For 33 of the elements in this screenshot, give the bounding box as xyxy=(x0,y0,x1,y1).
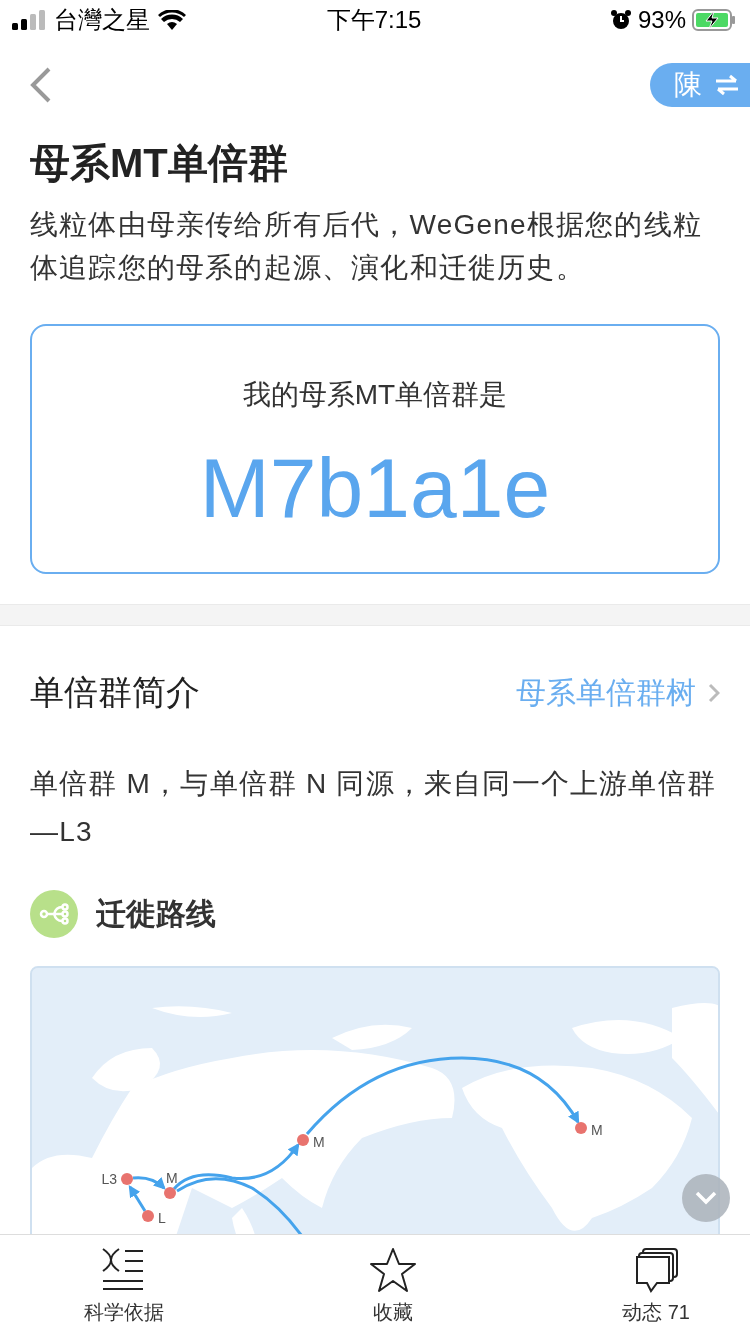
battery-percent: 93% xyxy=(637,6,686,34)
intro-text: 单倍群 M，与单倍群 N 同源，来自同一个上游单倍群—L3 xyxy=(30,767,718,849)
wifi-icon xyxy=(158,10,186,30)
tab-bar-item[interactable]: 收藏 xyxy=(363,1235,424,1334)
pin-label: L3 xyxy=(101,1171,117,1187)
map-pin xyxy=(164,1187,176,1199)
map-pin xyxy=(297,1134,309,1146)
map-pin xyxy=(142,1210,154,1222)
route-icon xyxy=(30,890,78,938)
pin-label: M xyxy=(313,1134,325,1150)
signal-icon xyxy=(12,10,46,30)
tab-bar-item[interactable]: 动态 71 xyxy=(616,1235,696,1334)
haplogroup-value: M7b1a1e xyxy=(199,440,551,537)
battery-charging-icon xyxy=(692,9,736,31)
map-pin xyxy=(575,1122,587,1134)
tab-bar-item[interactable]: 科学依据 xyxy=(78,1235,170,1334)
chevron-down-icon xyxy=(695,1191,717,1205)
map-pin xyxy=(121,1173,133,1185)
pin-label: M xyxy=(591,1122,603,1138)
carrier-name: 台灣之星 xyxy=(54,5,150,35)
chat-bubbles-icon xyxy=(633,1247,680,1293)
result-label: 我的母系MT单倍群是 xyxy=(242,378,508,412)
alarm-icon xyxy=(609,9,632,31)
star-icon xyxy=(369,1247,418,1293)
page-title: 母系MT单倍群 xyxy=(30,140,289,187)
section-title: 单倍群简介 xyxy=(30,672,200,713)
description-text: 线粒体由母亲传给所有后代，WeGene根据您的线粒体追踪您的母系的起源、演化和迁徙历史。 xyxy=(30,208,703,285)
pin-label: M xyxy=(166,1170,178,1186)
pin-label: L xyxy=(158,1210,166,1226)
swap-icon xyxy=(714,74,740,96)
clock-time: 下午7:15 xyxy=(326,5,422,35)
route-title: 迁徙路线 xyxy=(96,895,216,932)
chevron-right-icon xyxy=(708,683,720,703)
